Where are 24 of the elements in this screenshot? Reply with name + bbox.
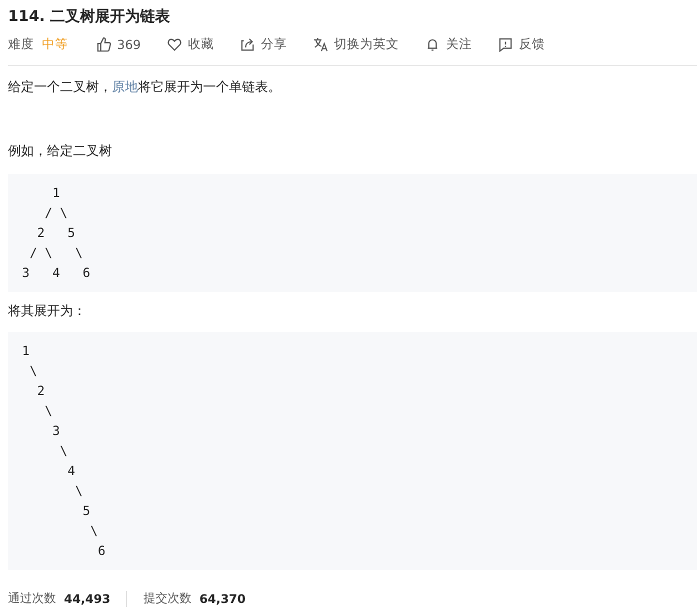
problem-title: 114. 二叉树展开为链表 bbox=[8, 6, 172, 27]
description-text: 将其展开为： bbox=[8, 303, 87, 321]
like-action[interactable]: 369 bbox=[117, 36, 141, 52]
thumbs-up-icon bbox=[96, 36, 111, 52]
stat-value: 64,370 bbox=[199, 592, 246, 606]
code-block: 1 / \ 2 5 / \ \ 3 4 6 bbox=[8, 174, 697, 292]
translate-icon bbox=[312, 36, 328, 52]
feedback-icon bbox=[498, 36, 513, 52]
follow-action[interactable]: 关注 bbox=[446, 36, 472, 52]
difficulty-value: 中等 bbox=[42, 36, 68, 52]
favorite-action[interactable]: 收藏 bbox=[188, 36, 214, 52]
description-text: 例如，给定二叉树 bbox=[8, 143, 113, 161]
translate-action[interactable]: 切换为英文 bbox=[334, 36, 399, 52]
code-block: 1 \ 2 \ 3 \ 4 \ 5 \ 6 bbox=[8, 332, 697, 570]
share-action[interactable]: 分享 bbox=[260, 36, 287, 52]
stat-value: 44,493 bbox=[64, 592, 110, 606]
difficulty-label: 难度 bbox=[8, 36, 34, 52]
heart-icon bbox=[166, 36, 182, 52]
share-icon bbox=[240, 36, 255, 52]
stat-label: 提交次数 bbox=[143, 590, 192, 607]
description-text: 给定一个二叉树，原地将它展开为一个单链表。 bbox=[8, 79, 282, 97]
stat-label: 通过次数 bbox=[8, 590, 56, 607]
feedback-action[interactable]: 反馈 bbox=[518, 36, 545, 52]
inline-link[interactable]: 原地 bbox=[112, 80, 138, 95]
